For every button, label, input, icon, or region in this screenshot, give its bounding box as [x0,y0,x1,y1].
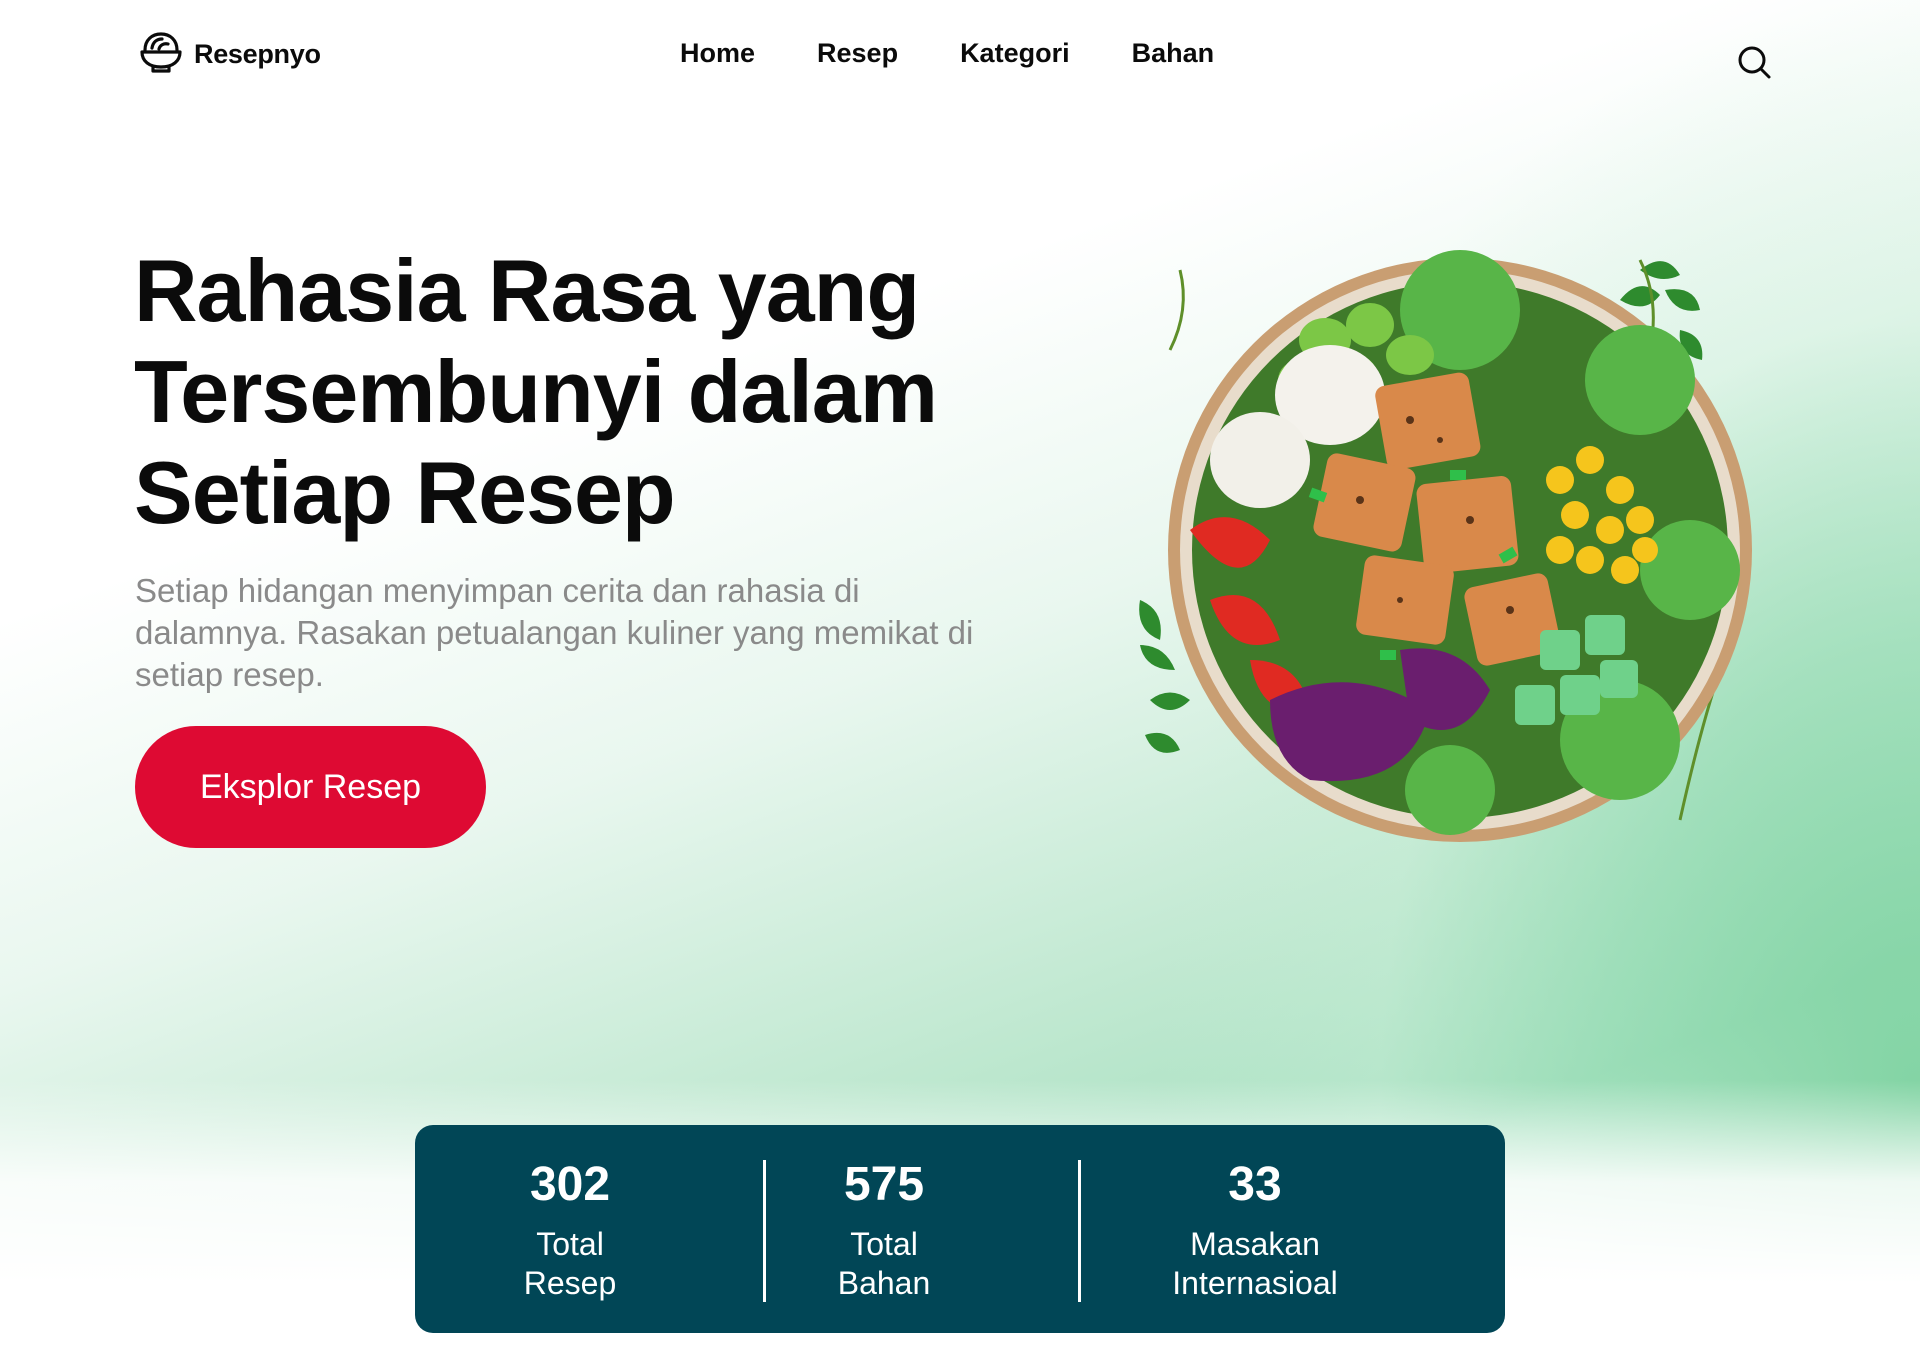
page: Resepnyo Home Resep Kategori Bahan Rahas… [0,0,1920,1371]
stat-masakan-internasional: 33 Masakan Internasioal [1145,1157,1365,1303]
stats-divider [1078,1160,1081,1302]
hero-title-line-2: Tersembunyi dalam [134,342,938,441]
brand-logo[interactable]: Resepnyo [138,30,321,79]
stat-total-resep: 302 Total Resep [495,1157,645,1303]
stat-total-bahan: 575 Total Bahan [809,1157,959,1303]
stat-value: 575 [843,1158,925,1211]
hero-title-line-1: Rahasia Rasa yang [134,241,920,340]
hero-subtitle: Setiap hidangan menyimpan cerita dan rah… [135,572,974,693]
hero-title: Rahasia Rasa yang Tersembunyi dalam Seti… [134,240,1034,543]
bowl-icon [138,30,184,79]
stat-label: Total Resep [523,1226,617,1301]
stats-panel: 302 Total Resep 575 Total Bahan 33 Masakan… [415,1125,1505,1333]
main-nav: Home Resep Kategori Bahan [680,38,1214,69]
nav-item-bahan[interactable]: Bahan [1132,38,1215,69]
nav-item-kategori[interactable]: Kategori [960,38,1070,69]
stats-divider [763,1160,766,1302]
hero-title-line-3: Setiap Resep [134,443,676,542]
brand-name: Resepnyo [194,39,321,69]
stat-value: 302 [529,1158,611,1211]
search-button[interactable] [1736,44,1772,80]
stat-label: Masakan Internasioal [1172,1226,1338,1301]
explore-recipes-button[interactable]: Eksplor Resep [135,726,486,848]
nav-item-resep[interactable]: Resep [817,38,898,69]
nav-item-home[interactable]: Home [680,38,755,69]
search-icon [1738,46,1771,79]
salad-bowl-image [1120,230,1770,850]
stat-label: Total Bahan [837,1226,931,1301]
stat-value: 33 [1228,1158,1282,1211]
